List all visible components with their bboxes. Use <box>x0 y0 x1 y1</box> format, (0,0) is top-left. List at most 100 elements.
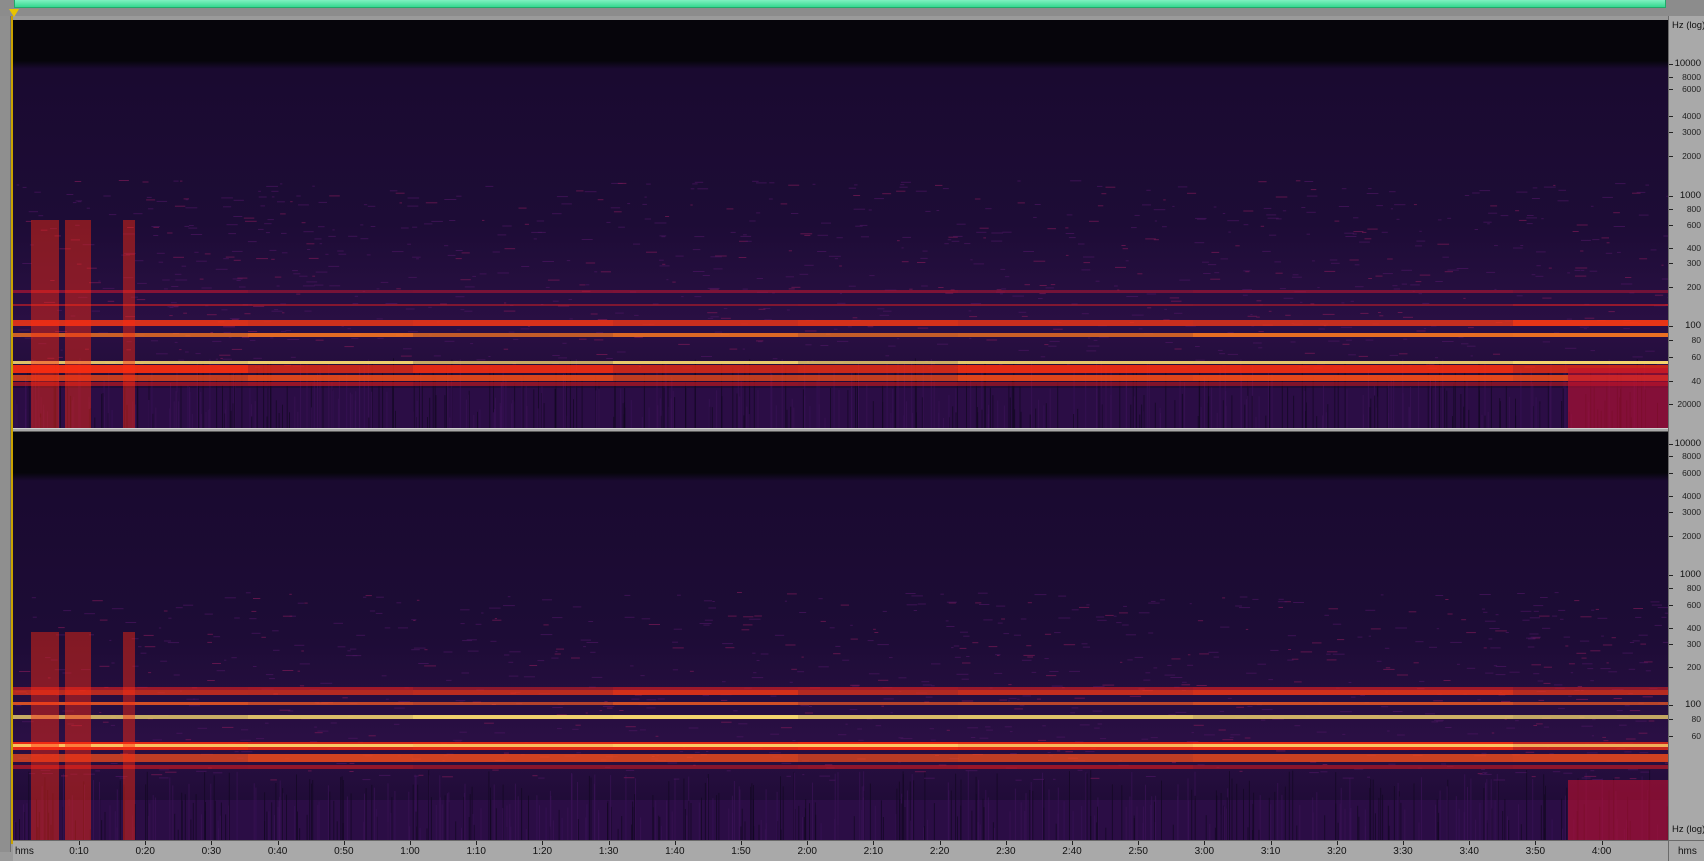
time-tick-label: 3:40 <box>1459 846 1479 857</box>
noise-streak <box>340 777 342 840</box>
harmonic-fleck <box>308 770 312 772</box>
harmonic-fleck <box>694 751 700 753</box>
harmonic-fleck <box>1528 638 1536 640</box>
ch2-freq-tick <box>1669 575 1673 576</box>
harmonic-fleck <box>594 339 604 341</box>
noise-streak <box>472 814 474 840</box>
harmonic-fleck <box>1552 615 1558 617</box>
noise-streak <box>1049 388 1051 428</box>
harmonic-fleck <box>618 226 625 228</box>
noise-streak <box>997 400 999 428</box>
harmonic-fleck <box>282 615 293 617</box>
harmonic-fleck <box>1592 719 1596 721</box>
noise-streak <box>494 408 496 428</box>
noise-streak <box>421 382 423 428</box>
harmonic-fleck <box>1220 626 1230 628</box>
harmonic-fleck <box>274 276 282 278</box>
spectrogram-channel-1[interactable] <box>13 20 1668 428</box>
harmonic-fleck <box>1584 775 1597 777</box>
harmonic-fleck <box>878 679 889 681</box>
ch2-freq-tick <box>1669 496 1673 497</box>
harmonic-fleck <box>899 186 908 188</box>
energy-band <box>413 702 613 705</box>
noise-streak <box>1549 383 1551 428</box>
energy-band <box>613 715 798 719</box>
time-tick-label: 1:20 <box>532 846 553 857</box>
harmonic-fleck <box>1531 776 1536 778</box>
playhead-cursor[interactable] <box>11 16 13 844</box>
harmonic-fleck <box>1433 700 1443 702</box>
noise-streak <box>146 771 148 840</box>
harmonic-fleck <box>743 234 747 236</box>
energy-band <box>613 702 798 705</box>
energy-band <box>1193 715 1513 719</box>
harmonic-fleck <box>258 196 267 198</box>
harmonic-fleck <box>623 777 635 779</box>
noise-streak <box>686 815 688 840</box>
harmonic-fleck <box>723 308 728 310</box>
noise-streak <box>630 400 632 428</box>
time-tick <box>476 841 478 845</box>
harmonic-fleck <box>314 284 324 286</box>
noise-streak <box>1520 824 1522 840</box>
harmonic-fleck <box>170 302 177 304</box>
noise-streak <box>205 412 207 428</box>
noise-streak <box>1436 799 1438 840</box>
ch2-freq-label: 3000 <box>1682 507 1701 517</box>
harmonic-fleck <box>792 740 796 742</box>
ch2-freq-tick <box>1669 404 1673 405</box>
harmonic-fleck <box>1349 259 1359 261</box>
harmonic-fleck <box>1304 352 1315 354</box>
harmonic-fleck <box>936 210 940 211</box>
time-ruler[interactable]: hms 0:10 0:20 0:30 0:40 0:50 1:00 1:10 1:20 1:30… <box>13 840 1668 861</box>
harmonic-fleck <box>833 328 838 330</box>
harmonic-fleck <box>385 698 389 700</box>
harmonic-fleck <box>994 672 1003 674</box>
harmonic-fleck <box>204 613 213 615</box>
harmonic-fleck <box>1235 605 1242 607</box>
spectrogram-channel-2[interactable] <box>13 432 1668 840</box>
harmonic-fleck <box>244 313 251 315</box>
harmonic-fleck <box>542 599 552 601</box>
noise-streak <box>1029 414 1031 428</box>
harmonic-fleck <box>1085 751 1095 753</box>
harmonic-fleck <box>221 309 228 311</box>
noise-streak <box>886 363 888 428</box>
harmonic-fleck <box>1495 666 1507 667</box>
noise-streak <box>667 380 669 428</box>
harmonic-fleck <box>102 721 109 723</box>
noise-streak <box>1043 807 1045 840</box>
harmonic-fleck <box>1122 624 1129 626</box>
harmonic-fleck <box>742 624 753 626</box>
harmonic-fleck <box>58 356 63 358</box>
noise-streak <box>271 802 273 840</box>
overview-scroll-thumb[interactable] <box>14 0 1666 8</box>
harmonic-fleck <box>809 706 812 707</box>
harmonic-fleck <box>206 314 217 316</box>
harmonic-fleck <box>1516 295 1523 297</box>
harmonic-fleck <box>1608 671 1618 673</box>
harmonic-fleck <box>271 258 275 260</box>
energy-band <box>248 690 413 695</box>
harmonic-fleck <box>110 724 115 726</box>
noise-streak <box>14 399 16 428</box>
ch1-freq-tick <box>1669 248 1673 249</box>
harmonic-fleck <box>922 684 932 686</box>
harmonic-fleck <box>1595 608 1599 610</box>
harmonic-fleck <box>1214 272 1220 274</box>
harmonic-fleck <box>1326 651 1338 653</box>
noise-streak <box>804 808 806 840</box>
noise-streak <box>1032 790 1034 840</box>
noise-streak <box>1248 780 1250 840</box>
overview-scrollbar[interactable] <box>0 0 1704 17</box>
harmonic-fleck <box>720 699 728 701</box>
noise-streak <box>15 822 17 840</box>
harmonic-fleck <box>585 262 596 264</box>
noise-streak <box>1439 790 1441 840</box>
noise-streak <box>1251 395 1253 428</box>
harmonic-fleck <box>552 617 563 619</box>
harmonic-fleck <box>1495 614 1499 616</box>
harmonic-fleck <box>1070 180 1082 182</box>
harmonic-fleck <box>151 340 158 342</box>
energy-band <box>1513 320 1668 326</box>
